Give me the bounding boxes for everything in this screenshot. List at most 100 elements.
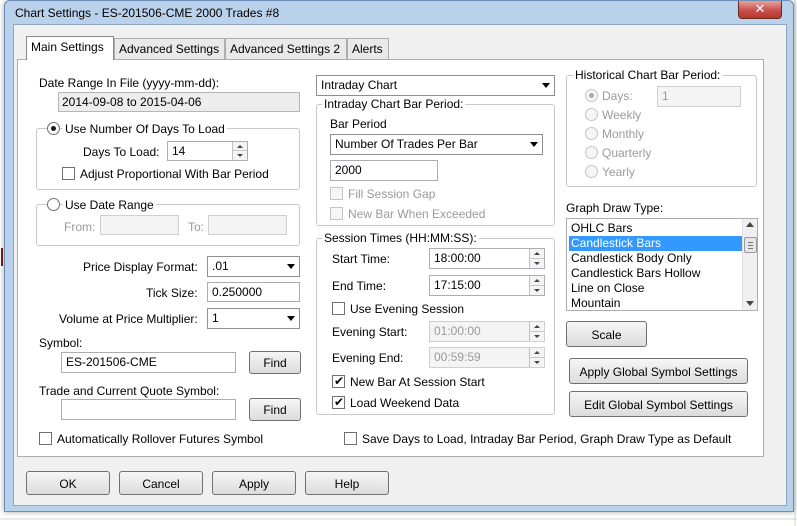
apply-button[interactable]: Apply bbox=[212, 471, 296, 495]
chart-type-select[interactable]: Intraday Chart bbox=[316, 75, 555, 96]
use-date-range-radio[interactable] bbox=[47, 198, 60, 211]
spin-up-icon[interactable] bbox=[233, 142, 247, 151]
list-item[interactable]: Candlestick Body Only bbox=[569, 251, 743, 266]
scale-button[interactable]: Scale bbox=[566, 321, 647, 347]
save-defaults-label: Save Days to Load, Intraday Bar Period, … bbox=[362, 432, 732, 446]
historical-days-value: 1 bbox=[662, 89, 669, 103]
spin-up-icon[interactable] bbox=[530, 322, 544, 332]
start-time-input[interactable]: 18:00:00 bbox=[429, 248, 545, 269]
use-days-to-load-radio[interactable] bbox=[47, 122, 60, 135]
chevron-down-icon[interactable] bbox=[525, 136, 541, 153]
days-to-load-spinner[interactable] bbox=[232, 142, 247, 160]
close-button[interactable]: ✕ bbox=[738, 1, 782, 19]
spin-down-icon[interactable] bbox=[530, 286, 544, 296]
list-scrollbar[interactable] bbox=[742, 219, 757, 310]
chevron-down-icon[interactable] bbox=[282, 310, 298, 327]
tick-size-value: 0.250000 bbox=[212, 285, 263, 299]
end-time-spinner[interactable] bbox=[529, 276, 544, 295]
list-item[interactable]: OHLC Bars bbox=[569, 221, 743, 236]
tab-advanced-settings[interactable]: Advanced Settings bbox=[114, 38, 225, 59]
spin-down-icon[interactable] bbox=[233, 151, 247, 160]
to-date-input[interactable] bbox=[208, 215, 287, 235]
new-bar-when-exceeded-checkbox[interactable] bbox=[330, 207, 343, 220]
ok-button[interactable]: OK bbox=[26, 471, 110, 495]
historical-weekly-radio[interactable] bbox=[585, 108, 598, 121]
tab-main-settings[interactable]: Main Settings bbox=[26, 36, 114, 60]
end-time-input[interactable]: 17:15:00 bbox=[429, 275, 545, 296]
session-times-title: Session Times (HH:MM:SS): bbox=[322, 231, 479, 245]
edit-global-symbol-settings-button[interactable]: Edit Global Symbol Settings bbox=[569, 391, 748, 417]
fill-session-gap-label: Fill Session Gap bbox=[348, 187, 436, 201]
list-item[interactable]: Line on Close bbox=[569, 281, 743, 296]
help-button[interactable]: Help bbox=[305, 471, 389, 495]
spin-up-icon[interactable] bbox=[530, 276, 544, 286]
graph-draw-type-list[interactable]: OHLC Bars Candlestick Bars Candlestick B… bbox=[566, 218, 758, 311]
use-date-range-label: Use Date Range bbox=[63, 198, 156, 212]
use-evening-session-checkbox[interactable] bbox=[332, 302, 345, 315]
new-bar-at-session-start-checkbox[interactable]: ✔ bbox=[332, 374, 345, 388]
scroll-up-icon[interactable] bbox=[746, 222, 754, 227]
cancel-button[interactable]: Cancel bbox=[119, 471, 203, 495]
tab-advanced-settings-2[interactable]: Advanced Settings 2 bbox=[225, 38, 347, 59]
list-item[interactable]: Candlestick Bars Hollow bbox=[569, 266, 743, 281]
date-range-in-file-value: 2014-09-08 to 2015-04-06 bbox=[58, 92, 300, 112]
evening-end-value: 00:59:59 bbox=[434, 350, 481, 364]
check-icon: ✔ bbox=[334, 374, 345, 388]
fill-session-gap-checkbox[interactable] bbox=[330, 187, 343, 200]
start-time-label: Start Time: bbox=[332, 252, 391, 266]
spin-up-icon[interactable] bbox=[530, 249, 544, 259]
days-to-load-label: Days To Load: bbox=[83, 145, 160, 159]
evening-start-spinner[interactable] bbox=[529, 322, 544, 341]
trade-quote-find-button[interactable]: Find bbox=[249, 398, 301, 421]
symbol-find-button[interactable]: Find bbox=[249, 351, 301, 374]
evening-start-label: Evening Start: bbox=[332, 325, 408, 339]
historical-quarterly-radio[interactable] bbox=[585, 146, 598, 159]
historical-yearly-radio[interactable] bbox=[585, 165, 598, 178]
evening-end-input[interactable]: 00:59:59 bbox=[429, 347, 545, 368]
from-date-input[interactable] bbox=[100, 215, 179, 235]
date-range-in-file-label: Date Range In File (yyyy-mm-dd): bbox=[39, 76, 220, 90]
adjust-proportional-checkbox[interactable] bbox=[62, 167, 75, 180]
symbol-label: Symbol: bbox=[39, 336, 83, 350]
spin-down-icon[interactable] bbox=[530, 259, 544, 269]
new-bar-when-exceeded-label: New Bar When Exceeded bbox=[348, 207, 486, 221]
price-display-format-value: .01 bbox=[212, 259, 229, 273]
trade-quote-symbol-input[interactable] bbox=[61, 399, 236, 420]
intraday-bar-period-title: Intraday Chart Bar Period: bbox=[322, 97, 466, 111]
list-item[interactable]: Candlestick Bars bbox=[569, 236, 743, 251]
load-weekend-data-checkbox[interactable]: ✔ bbox=[332, 395, 345, 409]
historical-days-radio[interactable] bbox=[585, 89, 598, 102]
chevron-down-icon[interactable] bbox=[537, 77, 553, 94]
apply-global-symbol-settings-button[interactable]: Apply Global Symbol Settings bbox=[569, 358, 748, 384]
price-display-format-select[interactable]: .01 bbox=[207, 256, 300, 277]
scroll-down-icon[interactable] bbox=[746, 301, 754, 306]
historical-quarterly-label: Quarterly bbox=[602, 146, 652, 160]
historical-days-input[interactable]: 1 bbox=[657, 86, 741, 107]
radio-dot bbox=[589, 93, 594, 98]
spin-down-icon[interactable] bbox=[530, 332, 544, 342]
tick-size-input[interactable]: 0.250000 bbox=[207, 282, 300, 302]
spin-up-icon[interactable] bbox=[530, 348, 544, 358]
new-bar-at-session-start-label: New Bar At Session Start bbox=[350, 375, 485, 389]
list-item[interactable]: Mountain bbox=[569, 296, 743, 310]
auto-rollover-checkbox[interactable] bbox=[39, 432, 52, 445]
historical-monthly-label: Monthly bbox=[602, 127, 645, 141]
radio-dot bbox=[51, 126, 56, 131]
volume-multiplier-label: Volume at Price Multiplier: bbox=[59, 312, 198, 326]
start-time-spinner[interactable] bbox=[529, 249, 544, 268]
symbol-input[interactable]: ES-201506-CME bbox=[61, 352, 236, 373]
tab-alerts[interactable]: Alerts bbox=[347, 38, 389, 59]
volume-multiplier-select[interactable]: 1 bbox=[207, 308, 300, 329]
trade-quote-symbol-label: Trade and Current Quote Symbol: bbox=[39, 384, 220, 398]
bar-period-label: Bar Period bbox=[330, 117, 387, 131]
evening-start-input[interactable]: 01:00:00 bbox=[429, 321, 545, 342]
chevron-down-icon[interactable] bbox=[282, 258, 298, 275]
evening-end-spinner[interactable] bbox=[529, 348, 544, 367]
spin-down-icon[interactable] bbox=[530, 358, 544, 368]
historical-monthly-radio[interactable] bbox=[585, 127, 598, 140]
scroll-thumb[interactable] bbox=[744, 237, 757, 253]
bar-period-select[interactable]: Number Of Trades Per Bar bbox=[330, 134, 543, 155]
save-defaults-checkbox[interactable] bbox=[344, 432, 357, 445]
historical-bar-period-title: Historical Chart Bar Period: bbox=[573, 68, 723, 82]
bar-period-amount-input[interactable]: 2000 bbox=[330, 160, 438, 181]
